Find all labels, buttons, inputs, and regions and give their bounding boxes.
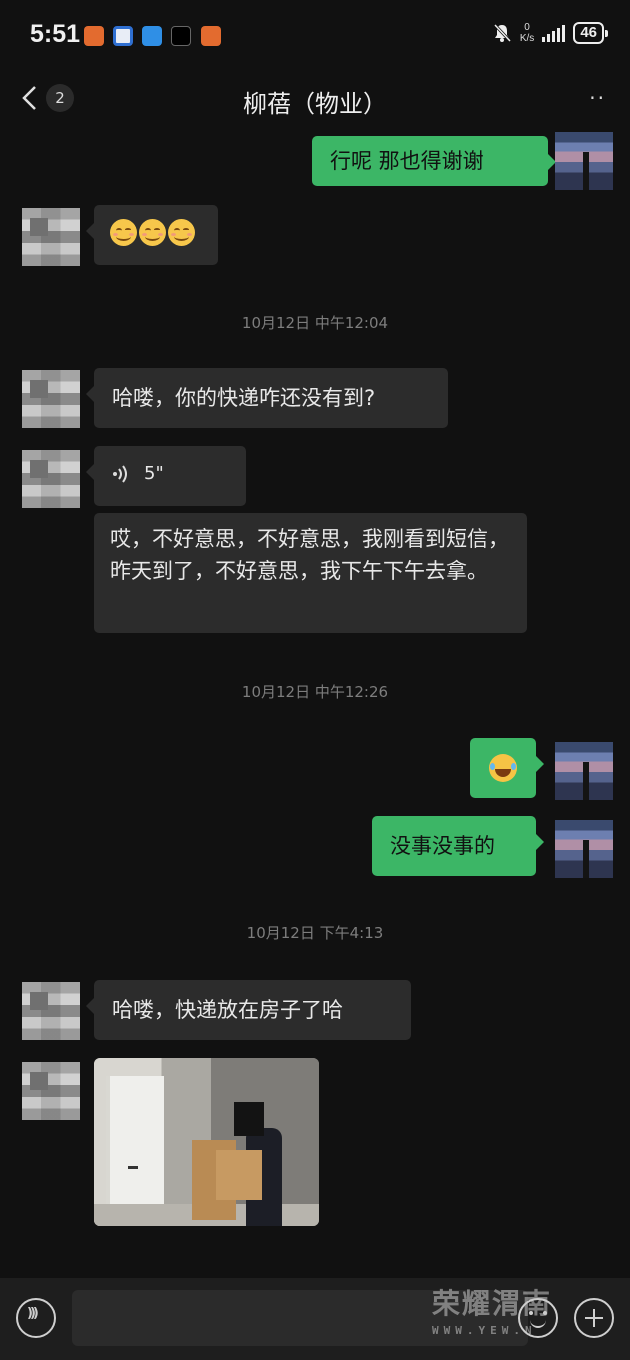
message-outgoing[interactable]: 没事没事的 <box>372 816 544 876</box>
avatar-contact[interactable] <box>22 370 80 428</box>
avatar-self[interactable] <box>555 742 613 800</box>
net-speed: 0 K/s <box>520 22 534 44</box>
emoji-row <box>110 219 202 246</box>
avatar-contact[interactable] <box>22 1062 80 1120</box>
message-text: 没事没事的 <box>390 834 495 858</box>
status-time: 5:51 <box>30 20 81 48</box>
message-text: 哈喽，你的快递咋还没有到? <box>112 386 376 410</box>
package-image-part <box>216 1150 262 1200</box>
battery-indicator: 46 <box>573 22 608 44</box>
plus-icon[interactable] <box>574 1298 614 1338</box>
message-incoming[interactable] <box>86 205 218 265</box>
net-speed-value: 0 <box>524 22 530 33</box>
app-notification-icon <box>142 26 162 46</box>
message-incoming[interactable]: 哈喽，快递放在房子了哈 <box>86 980 411 1040</box>
app-notification-icon <box>113 26 133 46</box>
voice-wave-icon <box>113 465 127 483</box>
message-text: 行呢 那也得谢谢 <box>330 149 484 173</box>
avatar-contact[interactable] <box>22 450 80 508</box>
app-notification-icon <box>84 26 104 46</box>
timestamp: 10月12日 中午12:26 <box>241 683 389 701</box>
avatar-contact[interactable] <box>22 982 80 1040</box>
blush-emoji-icon <box>110 219 137 246</box>
message-outgoing[interactable] <box>470 738 544 798</box>
app-notification-icon <box>171 26 191 46</box>
voice-icon[interactable] <box>16 1298 56 1338</box>
voice-content: 5" <box>112 458 228 490</box>
chat-header: 2 柳蓓（物业） ·· <box>0 72 630 130</box>
more-options-button[interactable]: ·· <box>589 86 606 110</box>
watermark-sub: WWW.YEW.N <box>432 1324 537 1337</box>
message-incoming[interactable]: 哈喽，你的快递咋还没有到? <box>86 368 448 428</box>
avatar-self[interactable] <box>555 820 613 878</box>
blush-emoji-icon <box>168 219 195 246</box>
chat-title: 柳蓓（物业） <box>243 90 387 118</box>
bell-off-icon <box>493 23 511 43</box>
status-bar: 5:51 0 K/s 46 <box>0 0 630 72</box>
net-speed-unit: K/s <box>519 33 535 44</box>
blush-emoji-icon <box>139 219 166 246</box>
app-notification-icon <box>201 26 221 46</box>
image-message[interactable] <box>94 1058 319 1226</box>
timestamp: 10月12日 下午4:13 <box>246 924 384 942</box>
voice-message[interactable]: 5" <box>86 446 246 506</box>
message-incoming[interactable]: 哎，不好意思，不好意思，我刚看到短信，昨天到了，不好意思，我下午下午去拿。 <box>94 513 527 633</box>
watermark-main: 荣耀渭南 <box>432 1287 553 1320</box>
signal-icon <box>542 24 566 42</box>
voice-duration: 5" <box>144 463 164 484</box>
message-outgoing[interactable]: 行呢 那也得谢谢 <box>312 136 556 186</box>
message-text: 哈喽，快递放在房子了哈 <box>112 998 343 1022</box>
joy-emoji-icon <box>489 754 517 782</box>
timestamp: 10月12日 中午12:04 <box>241 314 389 332</box>
avatar-self[interactable] <box>555 132 613 190</box>
watermark: 荣耀渭南 WWW.YEW.N <box>432 1282 552 1337</box>
message-text: 哎，不好意思，不好意思，我刚看到短信，昨天到了，不好意思，我下午下午去拿。 <box>110 527 509 583</box>
status-indicators: 0 K/s 46 <box>492 22 608 44</box>
avatar-contact[interactable] <box>22 208 80 266</box>
